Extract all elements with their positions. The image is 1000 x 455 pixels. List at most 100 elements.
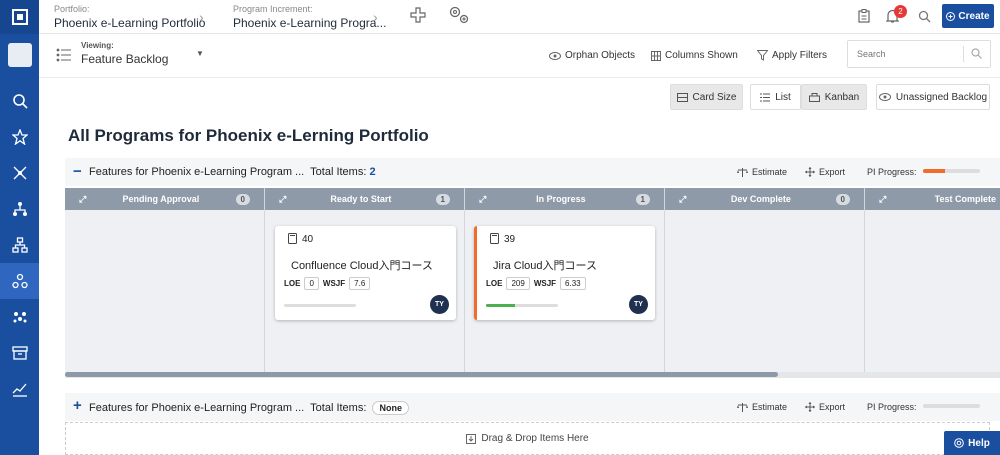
viewing-value[interactable]: Feature Backlog	[81, 52, 168, 66]
sidebar-item-archive[interactable]	[0, 335, 39, 371]
column-divider	[264, 188, 265, 378]
sidebar-item-favorites[interactable]	[0, 119, 39, 155]
search-icon	[12, 94, 28, 109]
collapse-column-icon[interactable]: ⤢	[279, 194, 286, 205]
gear-icon[interactable]	[447, 4, 471, 26]
list-label: List	[775, 91, 791, 103]
estimate-button[interactable]: Estimate	[737, 167, 787, 177]
collapse-column-icon[interactable]: ⤢	[879, 194, 886, 205]
scrollbar-thumb[interactable]	[65, 372, 778, 377]
list-icon	[760, 93, 771, 101]
orphan-objects-label: Orphan Objects	[565, 50, 636, 61]
kanban-view-button[interactable]: Kanban	[801, 84, 867, 110]
wsjf-value: 6.33	[560, 277, 586, 290]
owner-avatar[interactable]: TY	[629, 295, 648, 314]
sidebar-item-network[interactable]	[0, 155, 39, 191]
column-title: Dev Complete	[730, 194, 791, 204]
horizontal-scrollbar[interactable]	[65, 372, 1000, 378]
collapse-column-icon[interactable]: ⤢	[479, 194, 486, 205]
page-title: All Programs for Phoenix e-Lerning Portf…	[68, 126, 429, 145]
collapse-column-icon[interactable]: ⤢	[79, 194, 86, 205]
unassigned-backlog-button[interactable]: Unassigned Backlog	[876, 84, 990, 110]
move-icon	[805, 402, 815, 412]
search-icon[interactable]	[971, 48, 982, 59]
columns-shown-label: Columns Shown	[665, 50, 738, 61]
collapse-icon[interactable]: −	[73, 163, 82, 180]
clipboard-icon[interactable]	[858, 9, 870, 23]
card-progress-bar	[284, 304, 356, 307]
columns-shown-button[interactable]: Columns Shown	[651, 50, 738, 61]
viewing-label: Viewing:	[81, 41, 114, 50]
increment-value: Phoenix e-Learning Progra...	[233, 16, 387, 30]
column-header-test-complete[interactable]: ⤢ Test Complete	[865, 188, 1000, 210]
logo-icon	[11, 9, 28, 25]
sidebar-item-search[interactable]	[0, 83, 39, 119]
card-metrics: LOE 209 WSJF 6.33	[486, 277, 586, 290]
search-icon[interactable]	[918, 10, 931, 23]
column-title: Test Complete	[934, 194, 996, 204]
loe-label: LOE	[284, 279, 301, 288]
eye-icon	[878, 93, 891, 101]
estimate-button[interactable]: Estimate	[737, 402, 787, 412]
column-divider	[864, 188, 865, 378]
create-button[interactable]: Create	[942, 4, 994, 28]
collapse-column-icon[interactable]: ⤢	[679, 194, 686, 205]
hierarchy-icon	[12, 202, 27, 216]
view-mode-bar: Card Size List Kanban Unassigned Backlog	[39, 78, 1000, 126]
group-label: Features for Phoenix e-Learning Program …	[89, 166, 305, 178]
columns-icon	[651, 50, 661, 61]
star-icon	[11, 129, 28, 145]
kanban-label: Kanban	[824, 91, 860, 103]
column-header-in-progress[interactable]: ⤢ In Progress 1	[465, 188, 664, 210]
sidebar-item-programs[interactable]	[0, 263, 39, 299]
app-logo[interactable]	[0, 0, 39, 34]
column-header-dev-complete[interactable]: ⤢ Dev Complete 0	[665, 188, 864, 210]
notification-badge: 2	[894, 5, 907, 18]
list-view-button[interactable]: List	[750, 84, 801, 110]
pi-progress-label: PI Progress:	[867, 167, 917, 177]
help-button[interactable]: Help	[944, 431, 1000, 455]
portfolio-label: Portfolio:	[54, 4, 90, 14]
total-items-count: 2	[369, 166, 376, 178]
feature-card[interactable]: 39 Jira Cloud入門コース LOE 209 WSJF 6.33 TY	[474, 226, 655, 320]
caret-down-icon[interactable]: ▼	[196, 49, 204, 58]
help-label: Help	[968, 437, 990, 449]
feature-card[interactable]: 40 Confluence Cloud入門コース LOE 0 WSJF 7.6 …	[275, 226, 456, 320]
kanban-icon	[808, 92, 820, 102]
pi-progress-bar	[923, 169, 980, 173]
estimate-label: Estimate	[752, 167, 788, 177]
owner-avatar[interactable]: TY	[430, 295, 449, 314]
search-divider	[963, 46, 964, 62]
column-header-ready-to-start[interactable]: ⤢ Ready to Start 1	[265, 188, 464, 210]
add-icon[interactable]	[409, 6, 427, 24]
sidebar-item-teams[interactable]	[0, 299, 39, 335]
apply-filters-button[interactable]: Apply Filters	[757, 50, 827, 61]
estimate-label: Estimate	[752, 402, 788, 412]
search-input[interactable]	[847, 40, 991, 68]
programs-icon	[11, 273, 28, 289]
network-icon	[13, 166, 26, 180]
card-progress-bar	[486, 304, 558, 307]
increment-selector[interactable]: Program Increment: Phoenix e-Learning Pr…	[233, 4, 386, 30]
feature-icon	[490, 233, 499, 244]
total-items-label: Total Items:	[310, 402, 367, 414]
card-id: 39	[504, 234, 516, 245]
sidebar-item-reports[interactable]	[0, 371, 39, 407]
notifications-button[interactable]: 2	[885, 5, 907, 25]
plus-circle-icon	[946, 11, 956, 21]
expand-icon[interactable]: +	[73, 397, 82, 414]
column-header-pending-approval[interactable]: ⤢ Pending Approval 0	[65, 188, 264, 210]
sidebar-item-org-chart[interactable]	[0, 227, 39, 263]
portfolio-selector[interactable]: Portfolio: Phoenix e-Learning Portfolio	[54, 4, 205, 30]
export-button[interactable]: Export	[805, 402, 845, 412]
export-button[interactable]: Export	[805, 167, 845, 177]
user-avatar[interactable]	[7, 43, 32, 67]
group-title: Features for Phoenix e-Learning Program …	[89, 401, 409, 415]
orphan-objects-button[interactable]: Orphan Objects	[549, 50, 635, 61]
card-size-button[interactable]: Card Size	[670, 84, 743, 110]
sidebar-item-hierarchy[interactable]	[0, 191, 39, 227]
card-title: Confluence Cloud入門コース	[291, 260, 433, 272]
drop-zone[interactable]: Drag & Drop Items Here	[65, 422, 990, 455]
wsjf-value: 7.6	[349, 277, 371, 290]
card-size-label: Card Size	[692, 91, 737, 103]
